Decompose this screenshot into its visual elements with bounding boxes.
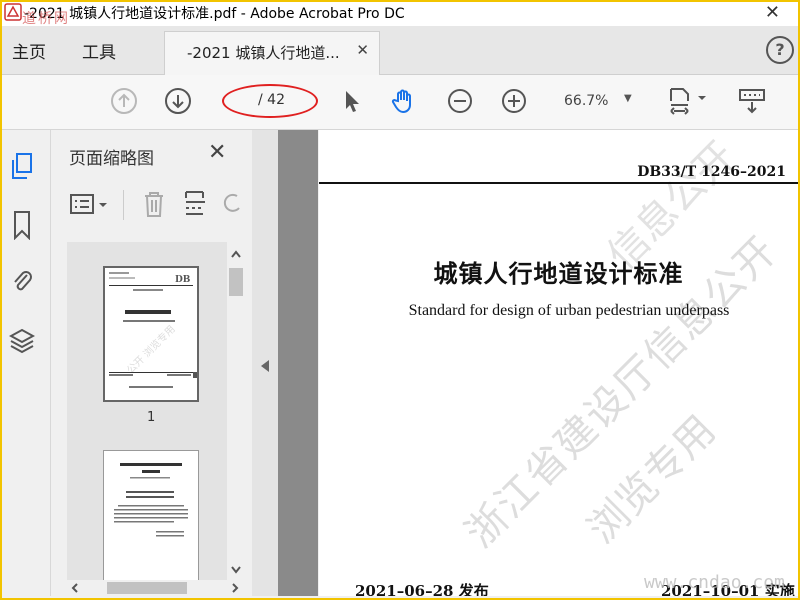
corner-watermark: 道桥网 <box>22 11 70 27</box>
collapse-arrow-icon <box>261 360 269 372</box>
issue-date: 2021–06–28 发布 <box>355 582 489 596</box>
document-gutter <box>278 130 318 596</box>
fit-page-icon[interactable] <box>668 87 712 115</box>
scrollbar-thumb[interactable] <box>229 268 243 296</box>
panel-title: 页面缩略图 <box>69 149 154 169</box>
thumbnail-page-1[interactable]: DB 公开 浏览专用 <box>103 266 199 402</box>
thumbnail-panel: 页面缩略图 ✕ DB 公开 浏览专用 1 <box>51 130 252 596</box>
layers-icon[interactable] <box>9 326 35 356</box>
window-title: -2021 城镇人行地道设计标准.pdf - Adobe Acrobat Pro… <box>24 6 405 22</box>
help-icon[interactable]: ? <box>766 36 794 64</box>
delete-icon[interactable] <box>141 190 167 218</box>
svg-text:公开 浏览专用: 公开 浏览专用 <box>124 322 178 376</box>
bookmark-icon[interactable] <box>9 210 35 240</box>
divider <box>123 190 124 220</box>
thumbnail-list: DB 公开 浏览专用 1 <box>67 242 245 596</box>
menu-bar: 主页 工具 -2021 城镇人行地道... ✕ ? <box>0 26 800 75</box>
chevron-down-icon: ▼ <box>624 93 632 104</box>
menu-home[interactable]: 主页 <box>12 38 46 63</box>
close-panel-button[interactable]: ✕ <box>208 140 226 165</box>
zoom-out-icon[interactable] <box>446 87 474 115</box>
hscrollbar-thumb[interactable] <box>107 582 187 594</box>
header-rule <box>319 182 798 184</box>
panel-collapse-handle[interactable] <box>252 130 278 596</box>
panel-toolbar <box>67 190 247 222</box>
attachment-icon[interactable] <box>9 266 35 296</box>
select-arrow-icon[interactable] <box>338 87 366 115</box>
scroll-mode-icon[interactable] <box>737 87 767 115</box>
insert-page-icon[interactable] <box>183 190 209 218</box>
zoom-in-icon[interactable] <box>500 87 528 115</box>
annotation-oval <box>222 84 318 118</box>
acrobat-icon <box>4 3 22 21</box>
panel-options-icon[interactable] <box>69 192 111 218</box>
zoom-value: 66.7% <box>564 93 609 109</box>
document-tab-label: -2021 城镇人行地道... <box>187 44 340 62</box>
standard-code: DB33/T 1246–2021 <box>637 164 786 180</box>
document-subtitle: Standard for design of urban pedestrian … <box>408 302 730 319</box>
document-title: 城镇人行地道设计标准 <box>433 259 684 288</box>
thumbnail-hscrollbar[interactable] <box>67 580 245 596</box>
thumbnail-scrollbar[interactable] <box>227 242 245 584</box>
document-tab[interactable]: -2021 城镇人行地道... ✕ <box>164 31 380 75</box>
toolbar: / 42 66.7% ▼ <box>0 75 800 130</box>
site-watermark: www.cndao.com <box>644 572 785 593</box>
thumbnails-icon[interactable] <box>9 152 35 182</box>
menu-tools[interactable]: 工具 <box>82 38 116 63</box>
close-window-button[interactable]: ✕ <box>765 2 780 23</box>
navigation-rail <box>0 130 51 596</box>
title-bar: -2021 城镇人行地道设计标准.pdf - Adobe Acrobat Pro… <box>0 0 800 27</box>
rotate-icon[interactable] <box>223 190 243 218</box>
close-tab-button[interactable]: ✕ <box>356 41 369 59</box>
svg-text:DB: DB <box>175 275 191 285</box>
next-page-icon[interactable] <box>164 87 192 115</box>
document-page: 信息公开 浙江省建设厅信息公开 浏览专用 DB33/T 1246–2021 城镇… <box>319 130 798 596</box>
thumbnail-label: 1 <box>147 410 156 425</box>
prev-page-icon[interactable] <box>110 87 138 115</box>
hand-icon[interactable] <box>390 87 418 115</box>
thumbnail-page-2[interactable] <box>103 450 199 596</box>
